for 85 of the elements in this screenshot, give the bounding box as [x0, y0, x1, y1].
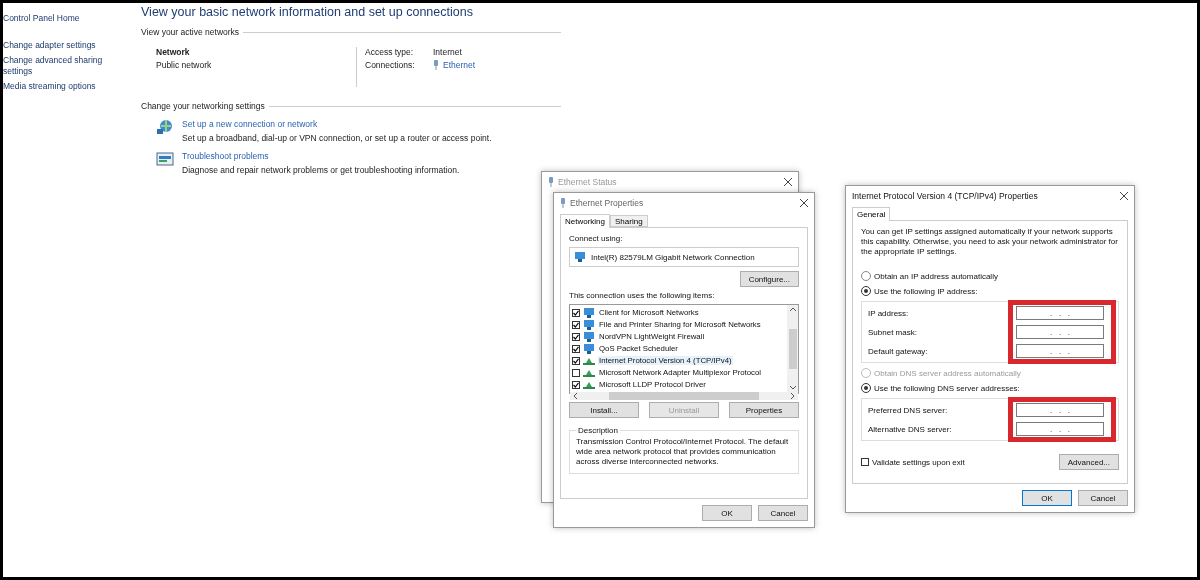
horizontal-scrollbar[interactable]: [570, 392, 798, 400]
task-description: Diagnose and repair network problems or get troubleshooting information.: [182, 165, 460, 175]
tab[interactable]: General: [852, 207, 891, 221]
ok-button[interactable]: OK: [1022, 490, 1072, 506]
cancel-button[interactable]: Cancel: [1078, 490, 1128, 506]
network-type: Public network: [156, 60, 213, 70]
option-label: Use the following IP address:: [874, 286, 978, 296]
radio-button[interactable]: [861, 286, 871, 296]
network-client-icon: [583, 331, 595, 342]
section-heading: Change your networking settings: [141, 101, 265, 111]
option-label: Obtain an IP address automatically: [874, 271, 998, 281]
connections-label: Connections:: [365, 60, 416, 70]
access-type-label: Access type:: [365, 47, 415, 57]
adapter-field: Intel(R) 82579LM Gigabit Network Connection: [569, 247, 799, 267]
task-description: Set up a broadband, dial-up or VPN connection, or set up a router or access point.: [182, 133, 492, 143]
network-setup-icon: [156, 119, 174, 135]
checkbox[interactable]: [572, 320, 580, 329]
close-icon[interactable]: [800, 199, 808, 207]
scroll-right-icon[interactable]: [789, 393, 795, 399]
task-link[interactable]: Troubleshoot problems: [182, 151, 460, 161]
scroll-down-icon[interactable]: [789, 384, 796, 390]
checkbox[interactable]: [572, 332, 580, 341]
checkbox[interactable]: [572, 308, 580, 317]
ok-button[interactable]: OK: [702, 505, 752, 521]
radio-button[interactable]: [861, 383, 871, 393]
network-protocol-icon: [583, 356, 595, 365]
plug-icon: [548, 177, 554, 187]
checkbox[interactable]: [572, 380, 580, 389]
network-client-icon: [583, 307, 595, 318]
network-adapter-icon: [574, 252, 586, 262]
action-button[interactable]: Install...: [569, 402, 639, 418]
sidebar-link[interactable]: Media streaming options: [3, 81, 123, 92]
field-label: Connect using:: [569, 234, 624, 243]
access-type-value: Internet: [433, 47, 463, 57]
scroll-left-icon[interactable]: [573, 393, 579, 399]
configure-button[interactable]: Configure...: [739, 271, 799, 287]
window-title: Ethernet Properties: [570, 198, 645, 208]
vertical-scrollbar[interactable]: [787, 305, 798, 392]
description-text: Transmission Control Protocol/Internet Protocol. The default wide area network protocol that provides communication across diverse interconnected networks.: [576, 437, 790, 467]
section-heading: View your active networks: [141, 27, 240, 37]
network-client-icon: [583, 343, 595, 354]
option-label: Obtain DNS server address automatically: [874, 368, 1021, 378]
task-link[interactable]: Set up a new connection or network: [182, 119, 492, 129]
network-protocol-icon: [583, 368, 595, 377]
ip-input-field[interactable]: . . .: [1016, 325, 1104, 339]
field-label: Default gateway:: [868, 346, 928, 356]
plug-icon: [433, 60, 439, 70]
page-title: View your basic network information and set up connections: [141, 5, 474, 19]
field-label: Alternative DNS server:: [868, 424, 952, 434]
checkbox[interactable]: [572, 368, 580, 377]
ip-input-field[interactable]: . . .: [1016, 403, 1104, 417]
radio-button[interactable]: [861, 271, 871, 281]
plug-icon: [560, 198, 566, 208]
group-title: Description: [577, 426, 619, 435]
close-icon[interactable]: [784, 178, 792, 186]
sidebar-link[interactable]: Change advanced sharing settings: [3, 55, 123, 77]
ethernet-link[interactable]: Ethernet: [443, 60, 476, 70]
network-client-icon: [583, 319, 595, 330]
ip-input-field[interactable]: . . .: [1016, 306, 1104, 320]
field-label: IP address:: [868, 308, 909, 318]
checkbox-label: Validate settings upon exit: [872, 457, 965, 467]
tab[interactable]: Networking: [560, 214, 610, 228]
cancel-button[interactable]: Cancel: [758, 505, 808, 521]
option-label: Use the following DNS server addresses:: [874, 383, 1020, 393]
troubleshoot-icon: [156, 151, 174, 167]
field-label: This connection uses the following items:: [569, 291, 716, 300]
ip-input-field[interactable]: . . .: [1016, 344, 1104, 358]
sidebar-link[interactable]: Control Panel Home: [3, 13, 123, 24]
window-title: Ethernet Status: [558, 177, 618, 187]
ip-input-field[interactable]: . . .: [1016, 422, 1104, 436]
tab[interactable]: Sharing: [610, 215, 648, 227]
sidebar-link[interactable]: Change adapter settings: [3, 40, 123, 51]
network-protocol-icon: [583, 380, 595, 389]
scroll-up-icon[interactable]: [789, 307, 796, 313]
intro-text: You can get IP settings assigned automatically if your network supports this capability. Otherwise, you need to ask your network administrator for the appropriate IP settings.: [861, 227, 1119, 257]
advanced-button[interactable]: Advanced...: [1058, 454, 1119, 470]
checkbox[interactable]: [861, 458, 869, 466]
checkbox[interactable]: [572, 356, 580, 365]
network-name: Network: [156, 47, 191, 57]
checkbox[interactable]: [572, 344, 580, 353]
field-label: Subnet mask:: [868, 327, 917, 337]
close-icon[interactable]: [1120, 192, 1128, 200]
field-label: Preferred DNS server:: [868, 405, 948, 415]
window-title: Internet Protocol Version 4 (TCP/IPv4) Properties: [852, 191, 1039, 201]
action-button[interactable]: Properties: [729, 402, 799, 418]
